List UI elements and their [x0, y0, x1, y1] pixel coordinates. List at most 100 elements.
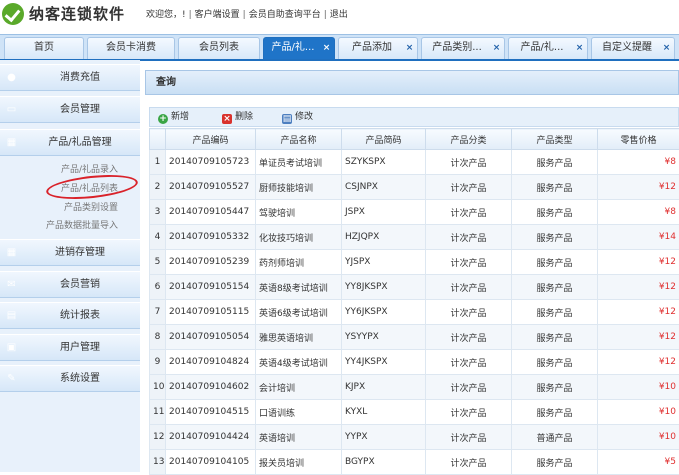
- column-header[interactable]: 产品类型: [512, 129, 598, 150]
- app-title: 纳客连锁软件: [29, 3, 125, 24]
- column-header[interactable]: 产品名称: [256, 129, 342, 150]
- sidebar-section-3[interactable]: ▦产品/礼品管理: [0, 129, 140, 156]
- table-cell: JSPX: [342, 200, 426, 225]
- table-cell: 计次产品: [426, 450, 512, 475]
- table-cell: 计次产品: [426, 225, 512, 250]
- tab-1[interactable]: 首页: [4, 37, 84, 59]
- close-tab-icon[interactable]: ×: [492, 38, 501, 58]
- delete-button-label: 删除: [235, 112, 253, 122]
- table-cell: 服务产品: [512, 325, 598, 350]
- table-cell: 计次产品: [426, 375, 512, 400]
- row-number: 11: [150, 400, 166, 425]
- table-cell: 服务产品: [512, 450, 598, 475]
- close-tab-icon[interactable]: ×: [405, 38, 414, 58]
- sidebar-subitem-4[interactable]: 产品数据批量导入: [46, 218, 118, 231]
- table-cell: 报关员培训: [256, 450, 342, 475]
- table-row[interactable]: 420140709105332化妆技巧培训HZJQPX计次产品服务产品¥14: [150, 225, 679, 250]
- close-tab-icon[interactable]: ×: [575, 38, 584, 58]
- logout-link[interactable]: 退出: [330, 7, 348, 20]
- sidebar-subitem-1[interactable]: 产品/礼品录入: [61, 162, 118, 175]
- tab-5[interactable]: 产品添加×: [338, 37, 418, 59]
- table-cell: 20140709105115: [166, 300, 256, 325]
- row-number: 8: [150, 325, 166, 350]
- table-cell: 化妆技巧培训: [256, 225, 342, 250]
- sidebar-section-label: 统计报表: [20, 303, 140, 329]
- table-cell: ¥8: [598, 200, 679, 225]
- sidebar-section-7[interactable]: ▣用户管理: [0, 334, 140, 361]
- tab-4[interactable]: 产品/礼...×: [263, 37, 335, 59]
- card-icon: ▭: [6, 104, 17, 115]
- tab-3[interactable]: 会员列表: [178, 37, 260, 59]
- edit-button[interactable]: ▤修改: [282, 109, 313, 125]
- tab-2[interactable]: 会员卡消费: [87, 37, 175, 59]
- table-row[interactable]: 1220140709104424英语培训YYPX计次产品普通产品¥10: [150, 425, 679, 450]
- table-row[interactable]: 220140709105527厨师技能培训CSJNPX计次产品服务产品¥12: [150, 175, 679, 200]
- sidebar-section-6[interactable]: ▤统计报表: [0, 302, 140, 329]
- tab-label: 产品添加: [339, 38, 405, 58]
- table-cell: 20140709105447: [166, 200, 256, 225]
- row-number: 6: [150, 275, 166, 300]
- sidebar-subitem-3[interactable]: 产品类别设置: [64, 200, 118, 213]
- column-header[interactable]: [150, 129, 166, 150]
- row-number: 4: [150, 225, 166, 250]
- sidebar-section-8[interactable]: ✎系统设置: [0, 365, 140, 392]
- sidebar-section-label: 消费充值: [20, 65, 140, 91]
- report-icon: ▤: [6, 310, 17, 321]
- table-cell: ¥14: [598, 225, 679, 250]
- sidebar-section-2[interactable]: ▭会员管理: [0, 96, 140, 123]
- column-header[interactable]: 产品编码: [166, 129, 256, 150]
- table-row[interactable]: 620140709105154英语8级考试培训YY8JKSPX计次产品服务产品¥…: [150, 275, 679, 300]
- table-cell: 20140709105723: [166, 150, 256, 175]
- tab-bar: 首页会员卡消费会员列表产品/礼...×产品添加×产品类别...×产品/礼...×…: [0, 34, 679, 61]
- delete-icon: ×: [222, 114, 232, 124]
- table-cell: 服务产品: [512, 300, 598, 325]
- table-cell: 20140709105332: [166, 225, 256, 250]
- edit-button-label: 修改: [295, 112, 313, 122]
- tab-8[interactable]: 自定义提醒×: [591, 37, 675, 59]
- sidebar-section-5[interactable]: ✉会员营销: [0, 271, 140, 298]
- table-row[interactable]: 720140709105115英语6级考试培训YY6JKSPX计次产品服务产品¥…: [150, 300, 679, 325]
- sidebar-section-label: 会员管理: [20, 97, 140, 123]
- tab-6[interactable]: 产品类别...×: [421, 37, 505, 59]
- close-tab-icon[interactable]: ×: [322, 38, 331, 58]
- table-cell: 英语6级考试培训: [256, 300, 342, 325]
- table-row[interactable]: 1020140709104602会计培训KJPX计次产品服务产品¥10: [150, 375, 679, 400]
- table-cell: YYPX: [342, 425, 426, 450]
- table-row[interactable]: 820140709105054雅思英语培训YSYYPX计次产品服务产品¥12: [150, 325, 679, 350]
- table-cell: YY4JKSPX: [342, 350, 426, 375]
- logo-icon: [2, 3, 24, 25]
- stock-icon: ▦: [6, 247, 17, 258]
- add-button[interactable]: +新增: [158, 109, 189, 125]
- sidebar-section-4[interactable]: ▦进销存管理: [0, 239, 140, 266]
- sidebar-section-label: 产品/礼品管理: [20, 130, 140, 156]
- column-header[interactable]: 零售价格: [598, 129, 679, 150]
- table-body: 120140709105723单证员考试培训SZYKSPX计次产品服务产品¥82…: [150, 150, 679, 475]
- delete-button[interactable]: ×删除: [222, 109, 253, 125]
- table-cell: YY6JKSPX: [342, 300, 426, 325]
- add-icon: +: [158, 114, 168, 124]
- table-row[interactable]: 1320140709104105报关员培训BGYPX计次产品服务产品¥5: [150, 450, 679, 475]
- tab-label: 会员列表: [179, 38, 259, 58]
- table-row[interactable]: 1120140709104515口语训练KYXL计次产品服务产品¥10: [150, 400, 679, 425]
- tab-label: 产品/礼...: [264, 38, 322, 58]
- table-cell: HZJQPX: [342, 225, 426, 250]
- table-cell: 计次产品: [426, 325, 512, 350]
- table-row[interactable]: 120140709105723单证员考试培训SZYKSPX计次产品服务产品¥8: [150, 150, 679, 175]
- table-cell: 服务产品: [512, 350, 598, 375]
- client-settings-link[interactable]: 客户端设置: [195, 7, 240, 20]
- column-header[interactable]: 产品简码: [342, 129, 426, 150]
- sidebar-section-1[interactable]: ●消费充值: [0, 64, 140, 91]
- table-cell: 雅思英语培训: [256, 325, 342, 350]
- table-row[interactable]: 320140709105447驾驶培训JSPX计次产品服务产品¥8: [150, 200, 679, 225]
- header: 纳客连锁软件 欢迎您，!|客户端设置|会员自助查询平台|退出: [0, 0, 679, 34]
- member-portal-link[interactable]: 会员自助查询平台: [249, 7, 321, 20]
- table-cell: ¥12: [598, 350, 679, 375]
- table-cell: 20140709104105: [166, 450, 256, 475]
- column-header[interactable]: 产品分类: [426, 129, 512, 150]
- table-cell: 20140709104824: [166, 350, 256, 375]
- table-cell: CSJNPX: [342, 175, 426, 200]
- close-tab-icon[interactable]: ×: [662, 38, 671, 58]
- table-row[interactable]: 520140709105239药剂师培训YJSPX计次产品服务产品¥12: [150, 250, 679, 275]
- tab-7[interactable]: 产品/礼...×: [508, 37, 588, 59]
- table-row[interactable]: 920140709104824英语4级考试培训YY4JKSPX计次产品服务产品¥…: [150, 350, 679, 375]
